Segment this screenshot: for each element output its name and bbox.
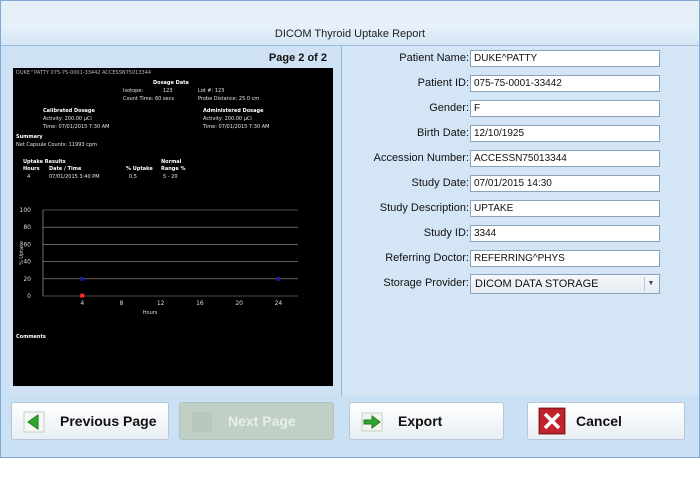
report-page-preview[interactable]: DUKE^PATTY 075-75-0001-33442 ACCESSN7501…: [13, 68, 333, 386]
storage-provider-value: DICOM DATA STORAGE: [475, 278, 599, 290]
count-time: Count Time: 60 secs: [123, 96, 174, 102]
birth-date-label: Birth Date:: [417, 127, 469, 139]
dialog-title: DICOM Thyroid Uptake Report: [1, 23, 699, 46]
cancel-label: Cancel: [576, 413, 622, 429]
col-range: Range %: [161, 166, 186, 172]
referring-doctor-label: Referring Doctor:: [385, 252, 469, 264]
previous-page-label: Previous Page: [60, 413, 157, 429]
summary-text: Net Capsule Counts: 11993 cpm: [16, 142, 97, 148]
previous-page-button[interactable]: Previous Page: [11, 402, 169, 440]
export-arrow-icon: [361, 412, 383, 432]
uptake-results-title: Uptake Results: [23, 159, 66, 165]
accession-number-label: Accession Number:: [373, 152, 469, 164]
x-tick-label: 20: [235, 300, 243, 307]
arrow-left-icon: [23, 411, 45, 433]
patient-id-field[interactable]: 075-75-0001-33442: [470, 75, 660, 92]
x-tick-label: 12: [157, 300, 165, 307]
chart-point: [276, 276, 281, 281]
study-id-field[interactable]: 3344: [470, 225, 660, 242]
storage-provider-row: Storage Provider: DICOM DATA STORAGE ▼: [342, 274, 699, 294]
row-datetime: 07/01/2015 3:40 PM: [49, 174, 100, 180]
report-header-line: DUKE^PATTY 075-75-0001-33442 ACCESSN7501…: [16, 70, 152, 76]
study-date-row: Study Date: 07/01/2015 14:30: [342, 174, 699, 194]
referring-doctor-row: Referring Doctor: REFERRING^PHYS: [342, 249, 699, 269]
probe-distance: Probe Distance: 25.0 cm: [198, 96, 260, 102]
x-tick-label: 4: [80, 300, 84, 307]
next-page-label: Next Page: [228, 413, 296, 429]
col-hours: Hours: [23, 166, 40, 172]
arrow-right-icon: [192, 412, 212, 432]
export-button[interactable]: Export: [349, 402, 504, 440]
study-date-field[interactable]: 07/01/2015 14:30: [470, 175, 660, 192]
study-id-label: Study ID:: [423, 227, 469, 239]
comments-title: Comments: [16, 334, 46, 340]
row-hours: 4: [27, 174, 31, 180]
patient-info-form: Patient Name: DUKE^PATTY Patient ID: 075…: [342, 46, 699, 396]
cancel-button[interactable]: Cancel: [527, 402, 685, 440]
storage-provider-select[interactable]: DICOM DATA STORAGE ▼: [470, 274, 660, 294]
next-page-button[interactable]: Next Page: [179, 402, 334, 440]
export-label: Export: [398, 413, 443, 429]
y-tick-label: 80: [23, 224, 31, 231]
study-date-label: Study Date:: [411, 177, 469, 189]
y-tick-label: 100: [20, 207, 32, 214]
x-tick-label: 16: [196, 300, 204, 307]
patient-name-row: Patient Name: DUKE^PATTY: [342, 49, 699, 69]
uptake-chart: 0204060801004 8 12 16 20 24Hours% Uptake: [19, 207, 298, 316]
calibrated-activity: Activity: 200.00 µCi: [43, 116, 92, 122]
dosage-data-title: Dosage Data: [153, 80, 189, 86]
isotope-label: Isotope:: [123, 88, 144, 94]
patient-name-label: Patient Name:: [399, 52, 469, 64]
gender-row: Gender: F: [342, 99, 699, 119]
patient-id-row: Patient ID: 075-75-0001-33442: [342, 74, 699, 94]
row-range: 5 - 20: [163, 174, 178, 180]
study-description-field[interactable]: UPTAKE: [470, 200, 660, 217]
calibrated-time: Time: 07/01/2015 7:30 AM: [43, 124, 110, 130]
referring-doctor-field[interactable]: REFERRING^PHYS: [470, 250, 660, 267]
gender-label: Gender:: [429, 102, 469, 114]
chart-point: [80, 276, 85, 281]
row-uptake: 0.5: [129, 174, 137, 180]
summary-title: Summary: [16, 134, 43, 140]
col-datetime: Date / Time: [49, 166, 82, 172]
administered-activity: Activity: 200.00 µCi: [203, 116, 252, 122]
lot-number: Lot #: 123: [198, 88, 225, 94]
x-axis-label: Hours: [143, 310, 158, 316]
accession-number-row: Accession Number: ACCESSN75013344: [342, 149, 699, 169]
calibrated-dosage-title: Calibrated Dosage: [43, 108, 95, 114]
patient-name-field[interactable]: DUKE^PATTY: [470, 50, 660, 67]
y-axis-label: % Uptake: [19, 241, 25, 265]
study-description-label: Study Description:: [379, 202, 469, 214]
chevron-down-icon[interactable]: ▼: [644, 277, 657, 291]
study-id-row: Study ID: 3344: [342, 224, 699, 244]
dialog-window: DICOM Thyroid Uptake Report Page 2 of 2 …: [0, 0, 700, 458]
x-tick-label: 24: [275, 300, 283, 307]
gender-field[interactable]: F: [470, 100, 660, 117]
button-bar: Previous Page Next Page Export Cancel: [1, 397, 699, 447]
report-preview-panel: Page 2 of 2 DUKE^PATTY 075-75-0001-33442…: [6, 46, 342, 396]
bottom-margin: [0, 458, 700, 477]
page-indicator: Page 2 of 2: [268, 52, 327, 64]
x-tick-label: 8: [120, 300, 124, 307]
study-description-row: Study Description: UPTAKE: [342, 199, 699, 219]
col-uptake: % Uptake: [126, 166, 153, 172]
y-tick-label: 20: [23, 276, 31, 283]
birth-date-row: Birth Date: 12/10/1925: [342, 124, 699, 144]
close-x-icon: [538, 407, 566, 435]
isotope-value: 123: [163, 88, 173, 94]
administered-dosage-title: Administered Dosage: [203, 108, 264, 114]
normal-title: Normal: [161, 159, 182, 165]
chart-point: [80, 293, 85, 298]
birth-date-field[interactable]: 12/10/1925: [470, 125, 660, 142]
patient-id-label: Patient ID:: [417, 77, 469, 89]
accession-number-field[interactable]: ACCESSN75013344: [470, 150, 660, 167]
storage-provider-label: Storage Provider:: [383, 277, 469, 289]
administered-time: Time: 07/01/2015 7:30 AM: [203, 124, 270, 130]
y-tick-label: 0: [27, 293, 31, 300]
title-caption: [1, 1, 699, 23]
